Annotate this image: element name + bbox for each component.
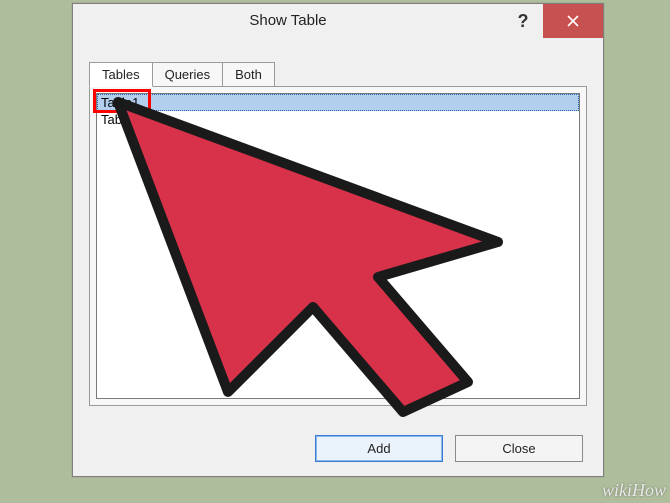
close-button[interactable]: Close [455, 435, 583, 462]
list-item[interactable]: Table1 [97, 94, 579, 111]
add-button[interactable]: Add [315, 435, 443, 462]
button-label: Close [502, 441, 535, 456]
titlebar[interactable]: Show Table ? [73, 4, 603, 38]
button-label: Add [367, 441, 390, 456]
dialog-body: Tables Queries Both Table1 Table2 [89, 60, 587, 416]
tab-both[interactable]: Both [222, 62, 275, 86]
list-item-label: Table2 [101, 112, 139, 127]
close-window-button[interactable] [543, 4, 603, 38]
close-icon [566, 14, 580, 28]
tab-label: Tables [102, 67, 140, 82]
help-button[interactable]: ? [503, 4, 543, 38]
show-table-dialog: Show Table ? Tables Queries Both [72, 3, 604, 477]
help-icon: ? [518, 11, 529, 32]
tabpanel: Table1 Table2 [89, 86, 587, 406]
tab-tables[interactable]: Tables [89, 62, 153, 87]
tab-queries[interactable]: Queries [152, 62, 224, 86]
watermark: wikiHow [602, 480, 666, 501]
table-listbox[interactable]: Table1 Table2 [96, 93, 580, 399]
dialog-title: Show Table [73, 4, 503, 38]
tab-label: Both [235, 67, 262, 82]
dialog-button-row: Add Close [315, 435, 583, 462]
tabstrip: Tables Queries Both [89, 60, 587, 86]
titlebar-buttons: ? [503, 4, 603, 38]
list-item[interactable]: Table2 [97, 111, 579, 128]
tab-label: Queries [165, 67, 211, 82]
list-item-label: Table1 [101, 95, 139, 110]
